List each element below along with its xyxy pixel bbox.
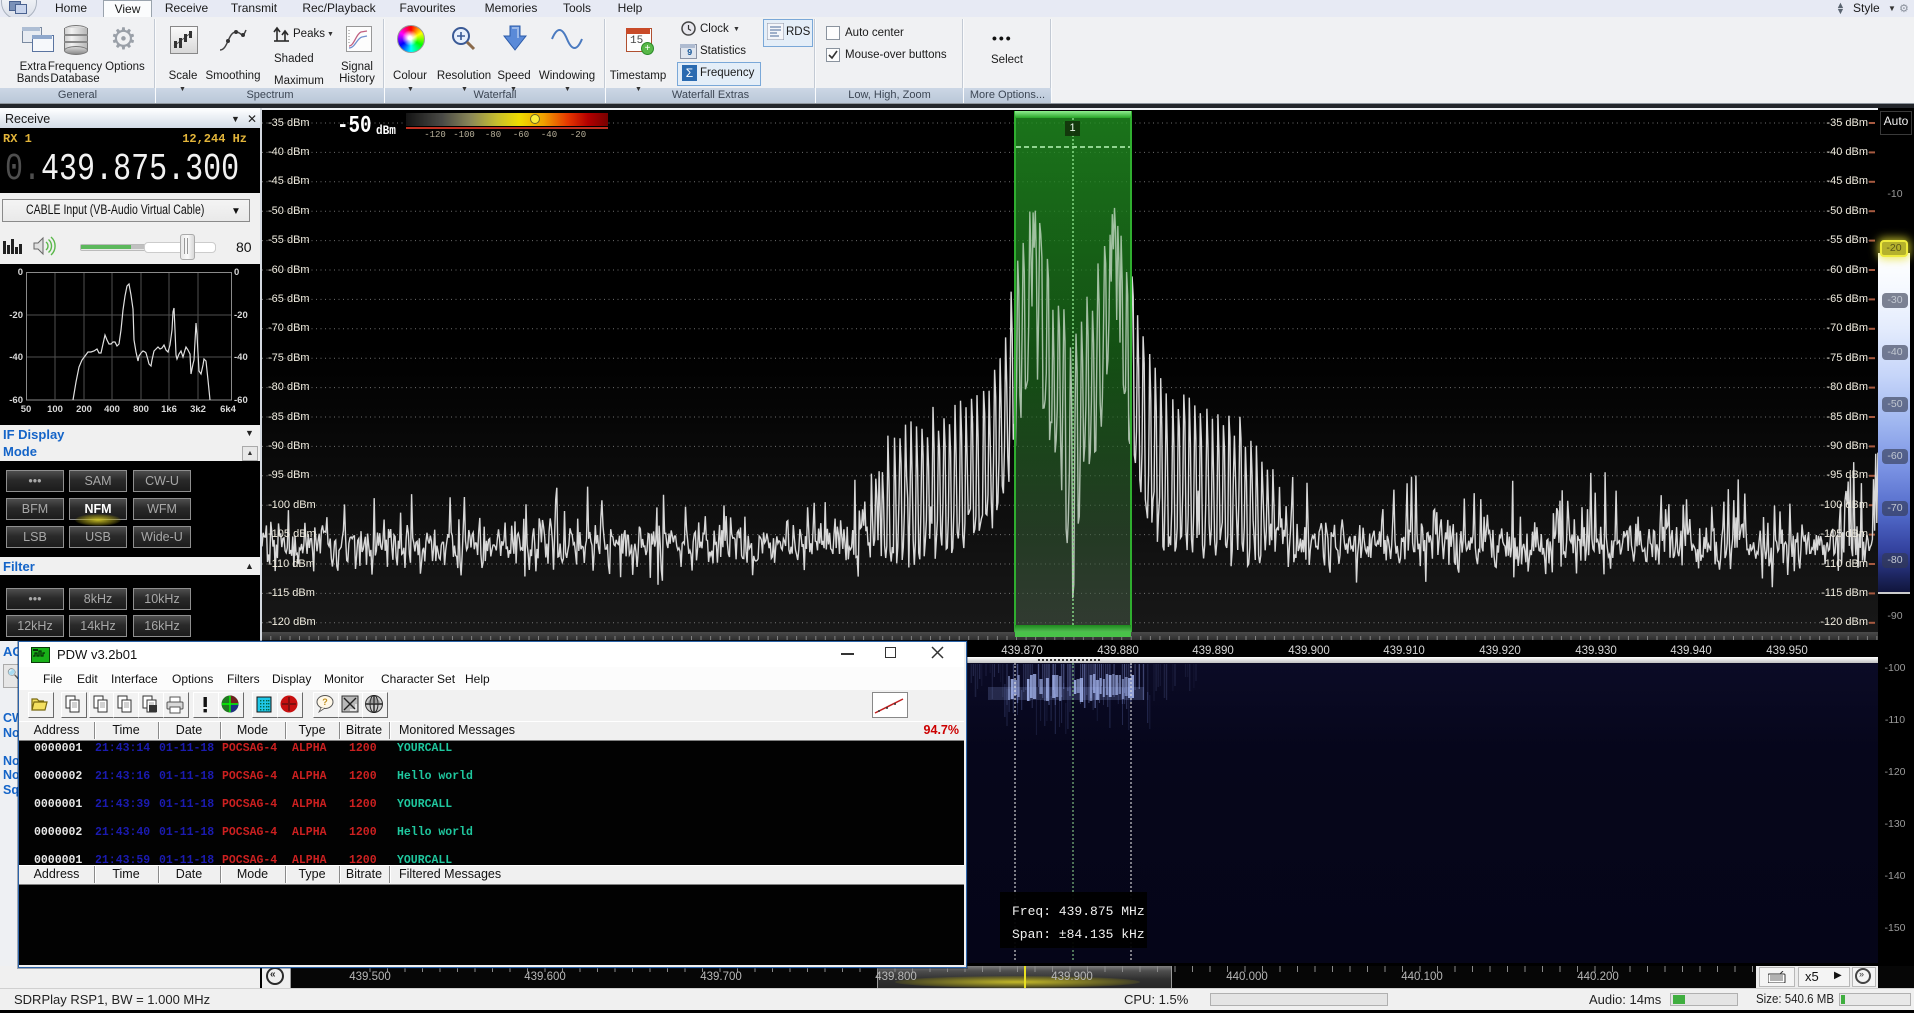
svg-text:?: ? xyxy=(322,697,328,707)
